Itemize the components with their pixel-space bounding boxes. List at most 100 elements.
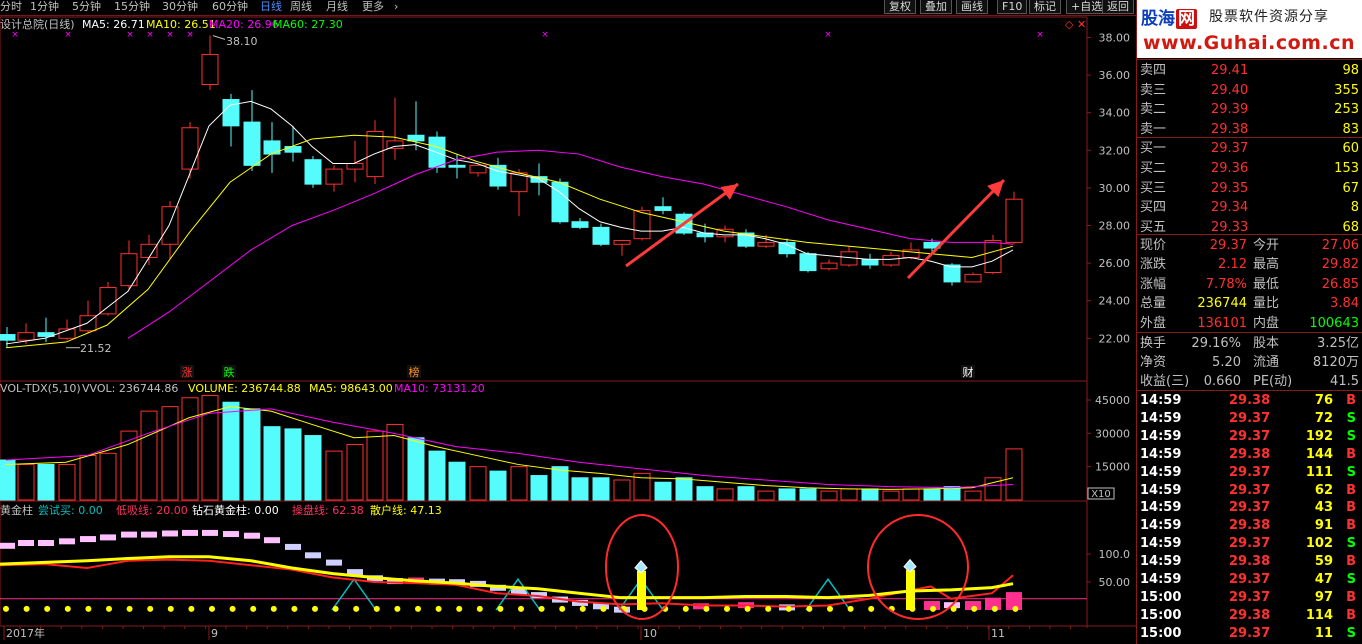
orderbook-label: 买二 <box>1140 161 1167 176</box>
chart-close-icon[interactable]: ◇ ✕ <box>1065 18 1086 31</box>
price-tick-5: 28.00 <box>1099 220 1131 233</box>
period-tab-9[interactable]: 更多 <box>362 0 384 14</box>
period-tab-8[interactable]: 月线 <box>326 0 348 14</box>
candle <box>201 53 219 85</box>
ind-tick-1: 50.00 <box>1099 576 1131 589</box>
volume-bar <box>530 475 548 501</box>
more-arrow-icon[interactable]: › <box>394 0 398 14</box>
candle <box>140 243 158 258</box>
caopan-line <box>0 558 1014 608</box>
kline-chart[interactable]: 38.00 36.00 34.00 32.00 30.00 28.00 26.00 24.00… <box>0 16 1136 644</box>
event-marker-1: 跌 <box>224 365 235 379</box>
orderbook-price: 29.40 <box>1211 82 1249 98</box>
period-tab-3[interactable]: 15分钟 <box>114 0 150 14</box>
trade-row: 15:00 29.37 11 S <box>1137 625 1362 643</box>
candle <box>17 332 35 341</box>
trade-row: 14:59 29.37 62 B <box>1137 482 1362 500</box>
orderbook-row: 卖一 29.38 83 <box>1137 120 1362 139</box>
trade-row: 14:59 29.38 91 B <box>1137 517 1362 535</box>
toolbar-btn-2[interactable]: 画线 <box>956 0 988 14</box>
price-tick-2: 34.00 <box>1099 107 1131 120</box>
quote-label: 外盘 <box>1140 315 1167 331</box>
baseline-dot <box>930 605 936 612</box>
guhai-banner[interactable]: 股海网 股票软件资源分享 www.Guhai.com.cn <box>1137 0 1362 58</box>
volume-bar <box>304 435 322 501</box>
quote-value: 100643 <box>1309 315 1359 331</box>
price-tick-7: 24.00 <box>1099 295 1131 308</box>
period-tab-0[interactable]: 分时 <box>0 0 22 14</box>
vol-unit: X10 <box>1091 489 1111 500</box>
ma5-line <box>5 100 1014 345</box>
candle <box>0 334 16 341</box>
toolbar-btn-0[interactable]: 复权 <box>884 0 916 14</box>
trade-volume: 11 <box>1314 625 1333 641</box>
period-tab-4[interactable]: 30分钟 <box>162 0 198 14</box>
toolbar-btn-4[interactable]: 标记 <box>1029 0 1061 14</box>
trade-price: 29.37 <box>1229 482 1271 498</box>
trade-side: S <box>1346 625 1356 641</box>
volume-bar <box>716 488 734 501</box>
baseline-dot <box>415 605 421 612</box>
orderbook-label: 卖四 <box>1140 63 1167 78</box>
candle <box>984 240 1002 273</box>
date-label-3: 11 <box>991 627 1005 640</box>
baseline-dot <box>353 605 360 612</box>
sidebar-separator <box>1137 332 1362 333</box>
period-tab-7[interactable]: 周线 <box>290 0 312 14</box>
golden-column-1 <box>906 569 915 610</box>
candle <box>161 206 179 245</box>
quote-label: 涨幅 <box>1140 276 1167 292</box>
candle <box>882 255 900 266</box>
trade-row: 14:59 29.38 59 B <box>1137 553 1362 571</box>
toolbar-btn-1[interactable]: 叠加 <box>920 0 952 14</box>
candle <box>346 162 364 170</box>
trade-side: B <box>1346 607 1356 623</box>
baseline-dot <box>373 605 380 612</box>
sidebar-separator <box>1137 59 1362 60</box>
trade-price: 29.38 <box>1229 393 1271 408</box>
trade-price: 29.37 <box>1229 572 1271 587</box>
baseline-dot <box>847 605 854 612</box>
toolbar-btn-3[interactable]: F10 <box>997 0 1028 14</box>
volume-bar <box>510 466 528 501</box>
trade-side: S <box>1346 428 1356 444</box>
orderbook-label: 卖二 <box>1140 102 1167 118</box>
trade-price: 29.37 <box>1229 410 1271 426</box>
sidebar-separator <box>1137 390 1362 391</box>
quote-value: 7.78% <box>1205 276 1247 292</box>
orderbook-row: 卖四 29.41 98 <box>1137 61 1362 80</box>
orderbook-label: 买四 <box>1140 200 1167 216</box>
volume-bar <box>181 397 199 501</box>
price-tick-6: 26.00 <box>1099 257 1131 270</box>
orderbook-label: 卖一 <box>1140 121 1167 137</box>
baseline-dot <box>600 605 607 612</box>
volume-bar <box>737 486 755 501</box>
period-tab-1[interactable]: 1分钟 <box>30 0 59 14</box>
quote-row: 涨幅 7.78% 最低 26.85 <box>1137 275 1362 294</box>
trade-row: 14:59 29.37 43 B <box>1137 499 1362 517</box>
date-label-0: 2017年 <box>6 626 45 640</box>
period-tab-5[interactable]: 60分钟 <box>212 0 248 14</box>
trade-side: S <box>1346 536 1356 552</box>
ind-label-5: 散户线: 47.13 <box>370 503 442 517</box>
period-tab-2[interactable]: 5分钟 <box>72 0 101 14</box>
orderbook-row: 买二 29.36 153 <box>1137 159 1362 178</box>
orderbook-row: 卖二 29.39 253 <box>1137 100 1362 119</box>
baseline-dot <box>827 605 833 612</box>
ma-label-3: MA60: 27.30 <box>273 18 343 31</box>
candle <box>551 181 569 223</box>
period-tab-6[interactable]: 日线 <box>260 0 282 14</box>
orderbook-row: 卖三 29.40 355 <box>1137 81 1362 100</box>
vol-tick-0: 45000 <box>1095 394 1130 407</box>
quote-value: 136101 <box>1197 315 1247 331</box>
volume-bar <box>675 477 693 501</box>
baseline-dot <box>394 605 401 612</box>
volume-bar <box>551 466 569 501</box>
trade-side: B <box>1346 589 1356 605</box>
banner-url: www.Guhai.com.cn <box>1143 32 1355 54</box>
trade-row: 15:00 29.38 114 B <box>1137 607 1362 625</box>
baseline-dot <box>3 605 9 612</box>
trade-time: 14:59 <box>1140 572 1182 587</box>
baseline-dot <box>991 605 998 612</box>
toolbar-btn-6[interactable]: 返回 <box>1102 0 1134 14</box>
